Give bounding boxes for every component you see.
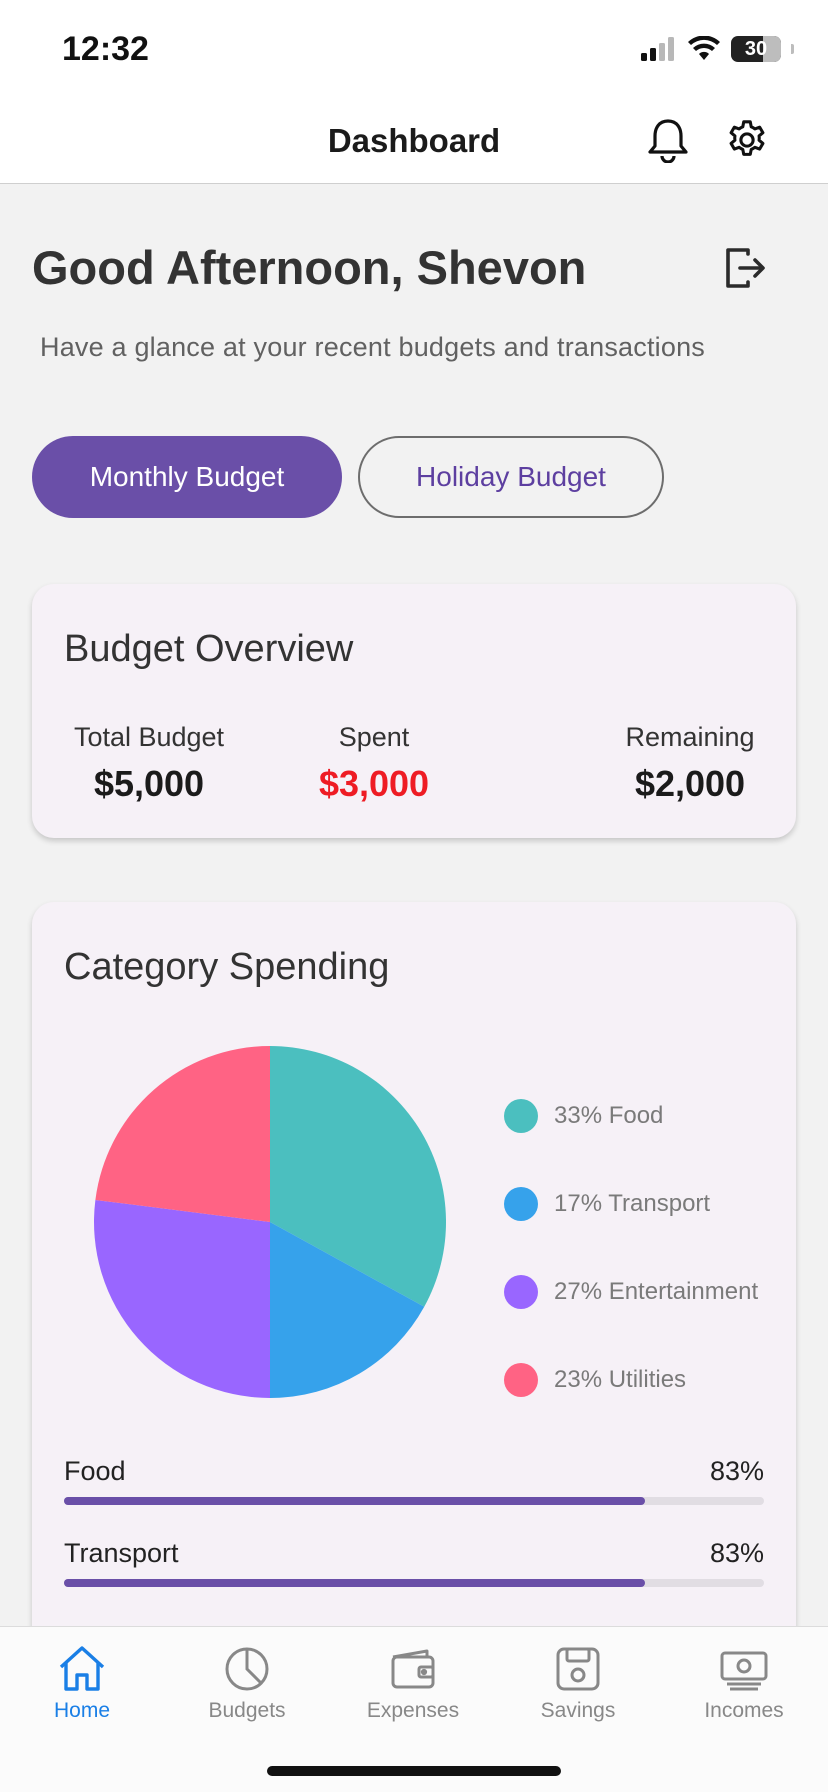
home-icon xyxy=(59,1646,105,1691)
nav-label: Savings xyxy=(540,1699,616,1722)
legend-swatch xyxy=(504,1187,538,1221)
remaining-value: $2,000 xyxy=(634,763,746,804)
gear-icon xyxy=(729,120,765,156)
progress-track xyxy=(64,1497,764,1505)
category-progress-food: Food 83% xyxy=(64,1456,764,1505)
progress-label: Transport xyxy=(64,1538,179,1568)
status-bar: 12:32 30 xyxy=(0,0,828,96)
notifications-button[interactable] xyxy=(644,116,692,164)
budget-overview-card: Budget Overview Total Budget $5,000 Spen… xyxy=(32,584,796,838)
wallet-icon xyxy=(391,1649,435,1689)
pie-legend: 33% Food 17% Transport 27% Entertainment… xyxy=(504,1072,758,1424)
tab-holiday-budget[interactable]: Holiday Budget xyxy=(358,436,664,518)
nav-label: Home xyxy=(53,1699,111,1722)
battery-level: 30 xyxy=(744,37,768,60)
progress-percent: 83% xyxy=(709,1538,764,1568)
spent-stat: Spent $3,000 xyxy=(314,722,434,805)
status-time: 12:32 xyxy=(62,30,149,68)
spent-value: $3,000 xyxy=(318,763,430,804)
settings-button[interactable] xyxy=(723,116,771,164)
greeting-subtitle: Have a glance at your recent budgets and… xyxy=(40,332,706,362)
wifi-icon xyxy=(688,36,720,60)
progress-percent: 83% xyxy=(709,1456,764,1486)
bell-icon xyxy=(648,119,688,163)
legend-label: 23% Utilities xyxy=(554,1366,687,1393)
legend-item-food: 33% Food xyxy=(504,1072,758,1160)
total-budget-label: Total Budget xyxy=(73,722,225,752)
tab-monthly-budget[interactable]: Monthly Budget xyxy=(32,436,342,518)
category-pie-chart xyxy=(92,1044,448,1400)
nav-item-expenses[interactable]: Expenses xyxy=(343,1643,483,1723)
battery-tip xyxy=(791,44,794,54)
nav-label: Expenses xyxy=(366,1699,460,1722)
page-title: Dashboard xyxy=(327,122,501,159)
status-icons: 30 xyxy=(641,34,794,64)
category-progress-transport: Transport 83% xyxy=(64,1538,764,1587)
legend-label: 17% Transport xyxy=(554,1190,711,1217)
category-spending-card: Category Spending 33% Food 17% Transport… xyxy=(32,902,796,1662)
remaining-label: Remaining xyxy=(625,722,755,752)
logout-icon xyxy=(726,248,765,288)
total-budget-value: $5,000 xyxy=(93,763,205,804)
nav-label: Budgets xyxy=(208,1699,286,1722)
pie-chart-icon xyxy=(225,1647,269,1691)
progress-fill xyxy=(64,1579,645,1587)
logout-button[interactable] xyxy=(720,244,768,292)
card-title: Category Spending xyxy=(64,946,390,988)
progress-track xyxy=(64,1579,764,1587)
app-header: Dashboard xyxy=(0,96,828,184)
nav-item-home[interactable]: Home xyxy=(12,1643,152,1723)
legend-swatch xyxy=(504,1363,538,1397)
save-icon xyxy=(556,1647,600,1691)
progress-label: Food xyxy=(64,1456,126,1486)
legend-item-transport: 17% Transport xyxy=(504,1160,758,1248)
legend-item-utilities: 23% Utilities xyxy=(504,1336,758,1424)
cellular-signal-icon xyxy=(641,37,674,61)
card-title: Budget Overview xyxy=(64,628,354,670)
battery-icon: 30 xyxy=(731,36,781,62)
spent-label: Spent xyxy=(338,722,410,752)
legend-swatch xyxy=(504,1099,538,1133)
pie-chart-svg xyxy=(93,1046,446,1398)
legend-label: 33% Food xyxy=(554,1102,664,1129)
pie-slice-entertainment xyxy=(93,1199,271,1398)
greeting-title: Good Afternoon, Shevon xyxy=(32,241,587,294)
nav-label: Incomes xyxy=(704,1699,784,1722)
total-budget-stat: Total Budget $5,000 xyxy=(64,722,234,805)
home-indicator xyxy=(267,1766,561,1776)
legend-swatch xyxy=(504,1275,538,1309)
pie-slice-utilities xyxy=(95,1046,270,1222)
money-icon xyxy=(720,1651,768,1691)
nav-item-incomes[interactable]: Incomes xyxy=(674,1643,814,1723)
progress-fill xyxy=(64,1497,645,1505)
legend-item-entertainment: 27% Entertainment xyxy=(504,1248,758,1336)
nav-item-budgets[interactable]: Budgets xyxy=(177,1643,317,1723)
remaining-stat: Remaining $2,000 xyxy=(614,722,766,805)
nav-item-savings[interactable]: Savings xyxy=(508,1643,648,1723)
legend-label: 27% Entertainment xyxy=(554,1278,759,1305)
